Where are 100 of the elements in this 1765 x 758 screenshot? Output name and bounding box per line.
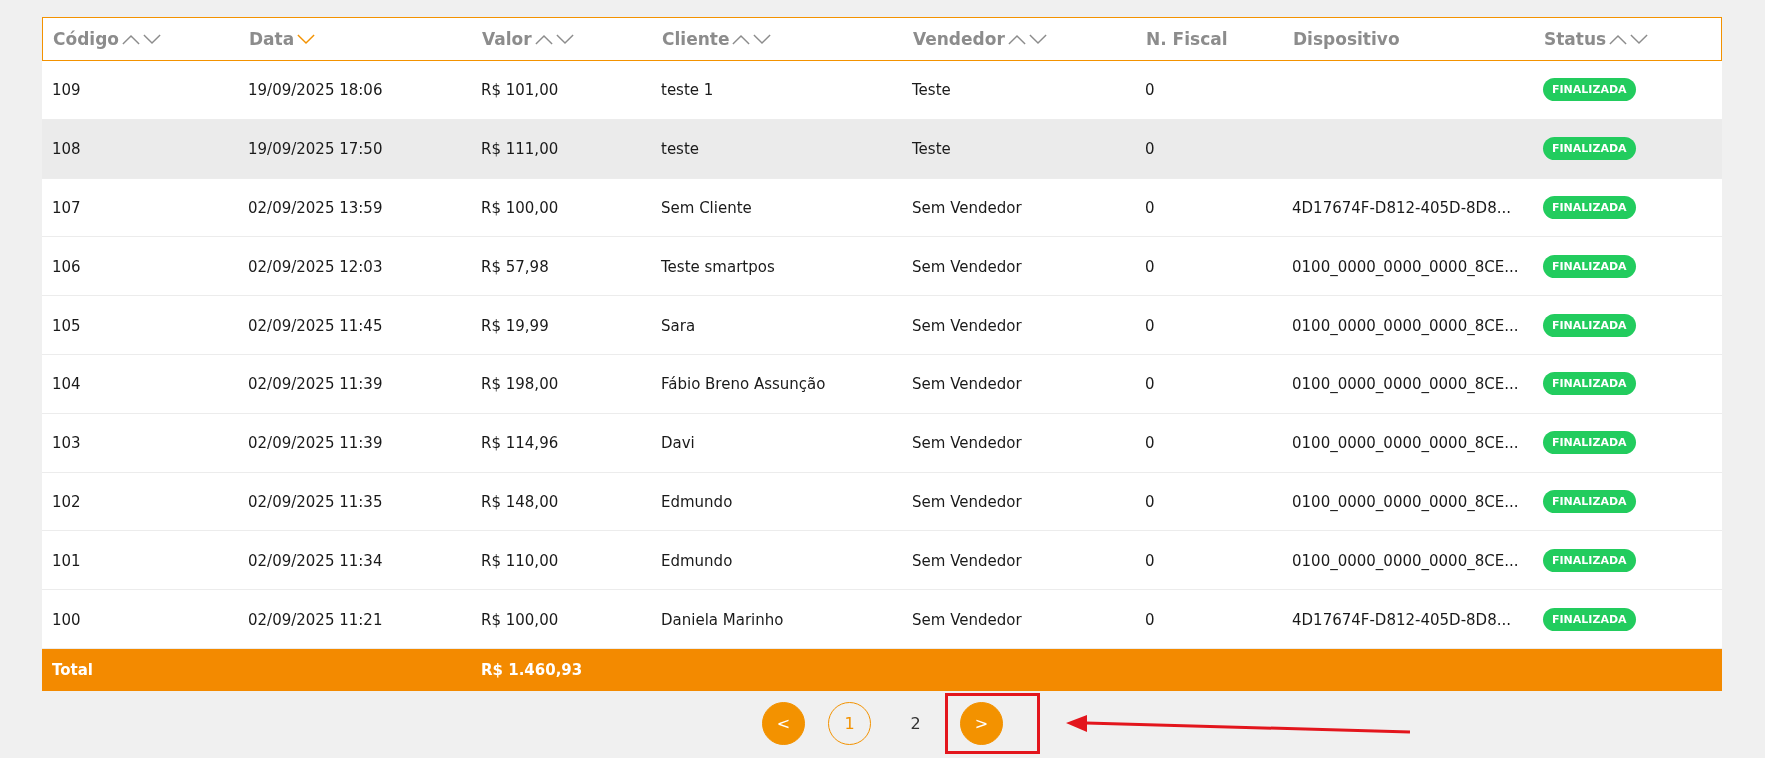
table-cell: Sem Vendedor <box>912 434 1022 453</box>
table-cell: 102 <box>52 492 81 511</box>
sort-up-icon[interactable] <box>122 33 140 45</box>
table-cell: Sem Vendedor <box>912 492 1022 511</box>
table-cell: R$ 111,00 <box>481 140 559 159</box>
table-cell: 02/09/2025 11:35 <box>248 492 383 511</box>
table-cell: 0100_0000_0000_0000_8CE... <box>1292 257 1519 276</box>
table-cell: 02/09/2025 11:34 <box>248 551 383 570</box>
table-cell: 0100_0000_0000_0000_8CE... <box>1292 316 1519 335</box>
table-cell: 0 <box>1145 434 1155 453</box>
table-cell: 106 <box>52 257 81 276</box>
table-cell: 0 <box>1145 551 1155 570</box>
sort-down-icon[interactable] <box>143 33 161 45</box>
sort-down-icon[interactable] <box>753 33 772 45</box>
status-badge: FINALIZADA <box>1543 548 1636 572</box>
status-badge: FINALIZADA <box>1543 254 1636 278</box>
column-header[interactable]: Status <box>1544 29 1607 49</box>
table-cell: Davi <box>661 434 695 453</box>
table-cell: Sem Vendedor <box>912 199 1022 217</box>
table-cell: 4D17674F-D812-405D-8D8... <box>1292 199 1511 217</box>
table-cell: 108 <box>52 140 81 159</box>
table-cell: Sara <box>661 316 696 335</box>
table-cell: R$ 19,99 <box>481 316 549 335</box>
table-cell: Sem Vendedor <box>912 257 1022 276</box>
table-cell: 0 <box>1145 375 1155 394</box>
status-badge: FINALIZADA <box>1543 431 1636 455</box>
table-cell: R$ 148,00 <box>481 492 559 511</box>
table-cell: 4D17674F-D812-405D-8D8... <box>1292 610 1511 629</box>
table-cell: 0100_0000_0000_0000_8CE... <box>1292 551 1519 570</box>
previous-page-button[interactable]: < <box>762 702 805 746</box>
column-header[interactable]: Cliente <box>662 29 730 49</box>
table-cell: Teste <box>912 140 951 159</box>
table-cell: R$ 110,00 <box>481 551 559 570</box>
table-cell: 0 <box>1145 492 1155 511</box>
table-cell: 02/09/2025 11:39 <box>248 434 383 453</box>
table-cell: Sem Vendedor <box>912 610 1022 629</box>
status-badge: FINALIZADA <box>1543 313 1636 337</box>
table-cell: 101 <box>52 551 81 570</box>
table-cell: teste 1 <box>661 81 714 100</box>
table-cell: R$ 114,96 <box>481 434 559 453</box>
table-cell: Teste <box>912 81 951 100</box>
table-cell: 0100_0000_0000_0000_8CE... <box>1292 434 1519 453</box>
table-cell: 0100_0000_0000_0000_8CE... <box>1292 492 1519 511</box>
sort-up-icon[interactable] <box>534 33 553 45</box>
table-cell: 0 <box>1145 610 1155 629</box>
column-header[interactable]: Código <box>53 29 119 49</box>
table-cell: 104 <box>52 375 81 394</box>
table-cell: 0 <box>1145 140 1155 159</box>
table-cell: 0 <box>1145 257 1155 276</box>
table-cell: R$ 100,00 <box>481 199 559 217</box>
table-cell: 02/09/2025 11:21 <box>248 610 383 629</box>
table-cell: Sem Vendedor <box>912 375 1022 394</box>
sort-down-icon[interactable] <box>1630 33 1649 45</box>
status-badge: FINALIZADA <box>1543 489 1636 513</box>
table-cell: R$ 57,98 <box>481 257 549 276</box>
table-cell: R$ 101,00 <box>481 81 559 100</box>
table-cell: 0 <box>1145 316 1155 335</box>
table-cell: Teste smartpos <box>661 257 775 276</box>
table-cell: Fábio Breno Assunção <box>661 375 826 394</box>
table-cell: Edmundo <box>661 551 733 570</box>
next-page-button[interactable]: > <box>960 702 1003 746</box>
table-cell: 0 <box>1145 199 1155 217</box>
sort-up-icon[interactable] <box>1609 33 1628 45</box>
table-cell: 02/09/2025 11:39 <box>248 375 383 394</box>
column-header[interactable]: Dispositivo <box>1293 29 1400 49</box>
status-badge: FINALIZADA <box>1543 196 1636 219</box>
sort-down-icon[interactable] <box>555 33 574 45</box>
status-badge: FINALIZADA <box>1543 607 1636 631</box>
table-cell: Sem Vendedor <box>912 316 1022 335</box>
status-badge: FINALIZADA <box>1543 372 1636 396</box>
table-cell: 105 <box>52 316 81 335</box>
table-cell: Sem Vendedor <box>912 551 1022 570</box>
column-header[interactable]: Data <box>249 29 295 49</box>
table-cell: 02/09/2025 12:03 <box>248 257 383 276</box>
sort-up-icon[interactable] <box>1007 33 1026 45</box>
table-cell: 19/09/2025 18:06 <box>248 81 383 100</box>
table-cell: 107 <box>52 199 81 217</box>
table-cell: R$ 100,00 <box>481 610 559 629</box>
column-header[interactable]: Vendedor <box>913 29 1005 49</box>
sort-down-icon[interactable] <box>297 33 316 45</box>
table-cell: Daniela Marinho <box>661 610 784 629</box>
table-cell: Sem Cliente <box>661 199 752 217</box>
column-header[interactable]: N. Fiscal <box>1146 29 1228 49</box>
total-label: Total <box>51 660 93 679</box>
page-button[interactable]: 2 <box>894 702 937 746</box>
table-cell: 02/09/2025 11:45 <box>248 316 383 335</box>
status-badge: FINALIZADA <box>1543 137 1636 161</box>
table-cell: Edmundo <box>661 492 733 511</box>
table-cell: 19/09/2025 17:50 <box>248 140 383 159</box>
column-header[interactable]: Valor <box>482 29 532 49</box>
table-cell: 0100_0000_0000_0000_8CE... <box>1292 375 1519 394</box>
table-cell: 0 <box>1145 81 1155 100</box>
table-cell: teste <box>661 140 700 159</box>
table-cell: 02/09/2025 13:59 <box>248 199 383 217</box>
table-cell: R$ 198,00 <box>481 375 559 394</box>
sort-up-icon[interactable] <box>732 33 751 45</box>
total-value: R$ 1.460,93 <box>480 660 583 679</box>
table-cell: 103 <box>52 434 81 453</box>
table-cell: 109 <box>52 81 81 100</box>
sort-down-icon[interactable] <box>1028 33 1047 45</box>
